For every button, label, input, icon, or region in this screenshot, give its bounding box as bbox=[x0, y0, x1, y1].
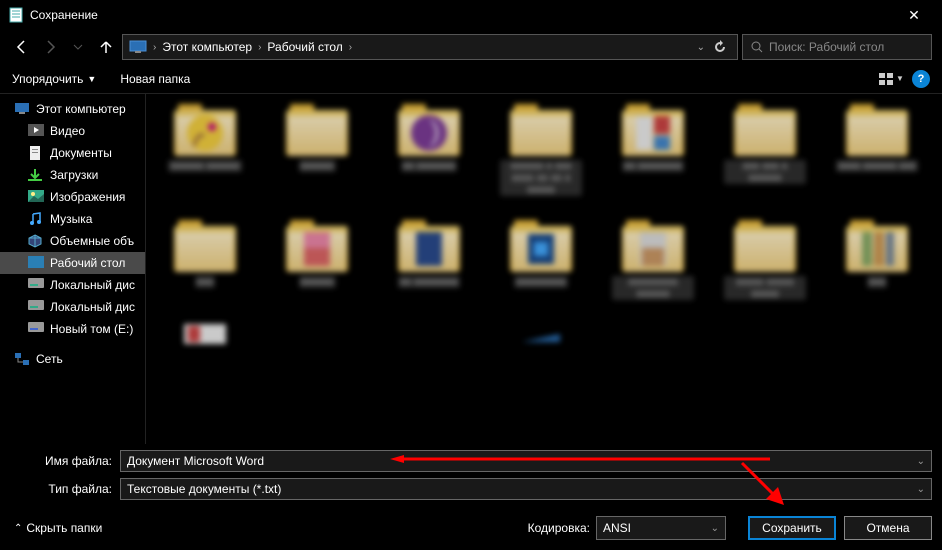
chevron-down-icon: ▼ bbox=[87, 74, 96, 84]
new-folder-button[interactable]: Новая папка bbox=[120, 72, 190, 86]
monitor-icon bbox=[129, 40, 147, 54]
chevron-down-icon[interactable]: ⌄ bbox=[917, 484, 925, 495]
chevron-right-icon: › bbox=[345, 42, 356, 53]
sidebar-downloads[interactable]: Загрузки bbox=[0, 164, 145, 186]
nav-bar: › Этот компьютер › Рабочий стол › ⌄ Поис… bbox=[0, 30, 942, 64]
folder-item[interactable]: xxxxx xxxxx xxxxx bbox=[724, 220, 806, 300]
close-button[interactable]: ✕ bbox=[894, 7, 934, 24]
document-icon bbox=[28, 146, 44, 160]
refresh-icon[interactable] bbox=[713, 40, 727, 54]
folder-item[interactable]: xx xxxxxxxx bbox=[388, 220, 470, 300]
toolbar: Упорядочить ▼ Новая папка ▼ ? bbox=[0, 64, 942, 94]
music-icon bbox=[28, 212, 44, 226]
chevron-down-icon[interactable]: ⌄ bbox=[711, 523, 719, 534]
folder-item[interactable]: xxxxxxxxx bbox=[500, 220, 582, 300]
folder-item[interactable]: xxxxxx bbox=[276, 220, 358, 300]
folder-item[interactable] bbox=[388, 324, 470, 344]
sidebar-local-d[interactable]: Локальный дис bbox=[0, 296, 145, 318]
folder-item[interactable]: xxx bbox=[836, 220, 918, 300]
monitor-icon bbox=[14, 102, 30, 116]
filetype-select[interactable]: Текстовые документы (*.txt) ⌄ bbox=[120, 478, 932, 500]
sidebar-local-c[interactable]: Локальный дис bbox=[0, 274, 145, 296]
folder-item[interactable] bbox=[500, 324, 582, 344]
view-large-icon[interactable]: ▼ bbox=[878, 68, 904, 90]
folder-item[interactable]: xx xxxxxxxx bbox=[612, 104, 694, 196]
back-button[interactable] bbox=[10, 35, 34, 59]
file-grid[interactable]: xxxxxx xxxxxx xxxxxx xx xxxxxxx xxxxxx x… bbox=[146, 94, 942, 444]
sidebar-this-pc[interactable]: Этот компьютер bbox=[0, 98, 145, 120]
window-title: Сохранение bbox=[30, 8, 894, 22]
encoding-select[interactable]: ANSI ⌄ bbox=[596, 516, 726, 540]
breadcrumb-desktop[interactable]: Рабочий стол bbox=[267, 40, 342, 54]
title-bar: Сохранение ✕ bbox=[0, 0, 942, 30]
folder-item[interactable]: xxxxxxxxx xxxxxx bbox=[612, 220, 694, 300]
breadcrumb-pc[interactable]: Этот компьютер bbox=[162, 40, 252, 54]
help-button[interactable]: ? bbox=[912, 70, 930, 88]
save-button[interactable]: Сохранить bbox=[748, 516, 836, 540]
sidebar-desktop[interactable]: Рабочий стол bbox=[0, 252, 145, 274]
encoding-label: Кодировка: bbox=[528, 521, 590, 535]
notepad-icon bbox=[8, 7, 24, 23]
picture-icon bbox=[28, 190, 44, 204]
chevron-right-icon: › bbox=[149, 42, 160, 53]
chevron-down-icon[interactable]: ⌄ bbox=[917, 456, 925, 467]
video-icon bbox=[28, 124, 44, 138]
folder-item[interactable]: xxxxxx x xxx xxxx xx xx x xxxxx bbox=[500, 104, 582, 196]
drive-icon bbox=[28, 322, 44, 336]
hide-folders-toggle[interactable]: ⌃ Скрыть папки bbox=[10, 521, 102, 535]
sidebar-3d[interactable]: Объемные объ bbox=[0, 230, 145, 252]
filename-label: Имя файла: bbox=[10, 454, 120, 468]
network-icon bbox=[14, 352, 30, 366]
forward-button[interactable] bbox=[38, 35, 62, 59]
folder-item[interactable] bbox=[164, 324, 246, 344]
download-icon bbox=[28, 168, 44, 182]
folder-item[interactable]: xxxxxx bbox=[276, 104, 358, 196]
folder-item[interactable]: xxxx xxxxxx xxx bbox=[836, 104, 918, 196]
chevron-up-icon: ⌃ bbox=[14, 523, 22, 534]
sidebar-music[interactable]: Музыка bbox=[0, 208, 145, 230]
folder-item[interactable]: xxxxxx xxxxxx bbox=[164, 104, 246, 196]
filename-input[interactable]: Документ Microsoft Word ⌄ bbox=[120, 450, 932, 472]
cube-icon bbox=[28, 234, 44, 248]
sidebar-videos[interactable]: Видео bbox=[0, 120, 145, 142]
chevron-down-icon[interactable]: ⌄ bbox=[697, 42, 705, 53]
folder-item[interactable]: xxx xxx x xxxxxx bbox=[724, 104, 806, 196]
search-icon bbox=[751, 41, 763, 53]
sidebar-pictures[interactable]: Изображения bbox=[0, 186, 145, 208]
up-button[interactable] bbox=[94, 35, 118, 59]
cancel-button[interactable]: Отмена bbox=[844, 516, 932, 540]
sidebar-drive-e[interactable]: Новый том (E:) bbox=[0, 318, 145, 340]
recent-dropdown[interactable] bbox=[66, 35, 90, 59]
filetype-label: Тип файла: bbox=[10, 482, 120, 496]
drive-icon bbox=[28, 300, 44, 314]
organize-menu[interactable]: Упорядочить ▼ bbox=[12, 72, 96, 86]
sidebar-network[interactable]: Сеть bbox=[0, 348, 145, 370]
sidebar: Этот компьютер Видео Документы Загрузки … bbox=[0, 94, 146, 444]
drive-icon bbox=[28, 278, 44, 292]
sidebar-documents[interactable]: Документы bbox=[0, 142, 145, 164]
search-placeholder: Поиск: Рабочий стол bbox=[769, 40, 884, 54]
folder-item[interactable]: xxx bbox=[164, 220, 246, 300]
bottom-panel: Имя файла: Документ Microsoft Word ⌄ Тип… bbox=[0, 444, 942, 550]
breadcrumb[interactable]: › Этот компьютер › Рабочий стол › ⌄ bbox=[122, 34, 738, 60]
folder-item[interactable]: xx xxxxxxx bbox=[388, 104, 470, 196]
search-input[interactable]: Поиск: Рабочий стол bbox=[742, 34, 932, 60]
desktop-icon bbox=[28, 256, 44, 270]
folder-item[interactable] bbox=[276, 324, 358, 344]
chevron-right-icon: › bbox=[254, 42, 265, 53]
